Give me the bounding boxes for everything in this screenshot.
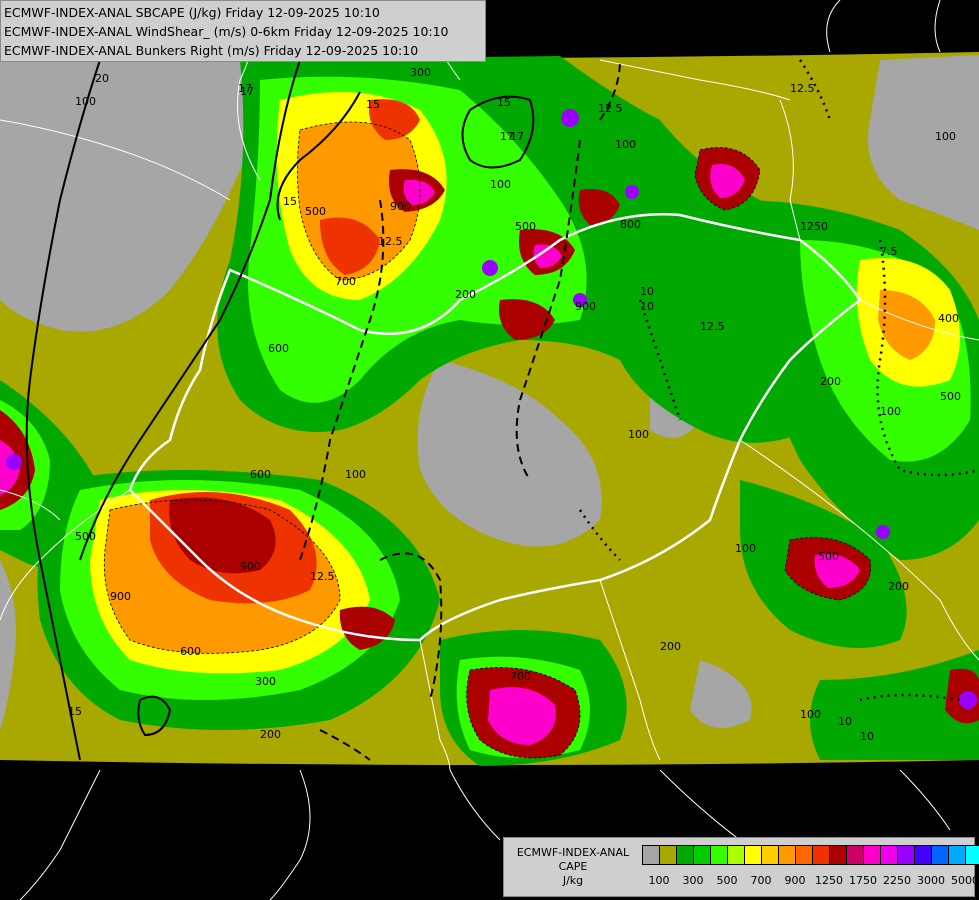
legend-tick: 1750 — [849, 874, 877, 887]
label-windshear: 12.5 — [378, 235, 403, 248]
label-cape: 100 — [490, 178, 511, 191]
legend-swatch — [812, 845, 830, 865]
legend-tick: 700 — [750, 874, 772, 887]
label-cape: 300 — [255, 675, 276, 688]
label-cape: 800 — [620, 218, 641, 231]
title-line-windshear: ECMWF-INDEX-ANAL WindShear_ (m/s) 0-6km … — [4, 24, 449, 39]
label-cape: 500 — [818, 550, 839, 563]
label-bunkers: 10 — [640, 300, 654, 313]
label-windshear: 12.5 — [700, 320, 725, 333]
legend-title: ECMWF-INDEX-ANAL CAPE J/kg — [508, 846, 638, 888]
label-windshear: 10 — [640, 285, 654, 298]
label-cape: 200 — [455, 288, 476, 301]
legend-swatch — [880, 845, 898, 865]
legend-swatch — [676, 845, 694, 865]
label-cape: 900 — [390, 200, 411, 213]
legend-swatch — [710, 845, 728, 865]
label-cape: 500 — [75, 530, 96, 543]
weather-map-view: 300 100 500 900 700 600 100 100 200 800 … — [0, 0, 979, 900]
label-cape: 200 — [820, 375, 841, 388]
legend-tick: 300 — [682, 874, 704, 887]
label-cape: 100 — [615, 138, 636, 151]
legend-swatch — [897, 845, 915, 865]
cape-map: 300 100 500 900 700 600 100 100 200 800 … — [0, 0, 979, 900]
legend-swatch — [795, 845, 813, 865]
legend-tick: 100 — [648, 874, 670, 887]
label-bunkers: 17 — [510, 130, 524, 143]
title-line-bunkers: ECMWF-INDEX-ANAL Bunkers Right (m/s) Fri… — [4, 43, 419, 58]
label-cape: 100 — [345, 468, 366, 481]
label-cape: 600 — [180, 645, 201, 658]
legend-tick: 900 — [784, 874, 806, 887]
legend-swatch — [693, 845, 711, 865]
label-cape: 200 — [260, 728, 281, 741]
legend-swatch — [744, 845, 762, 865]
label-cape: 600 — [268, 342, 289, 355]
legend-unit: J/kg — [562, 874, 584, 887]
label-cape: 100 — [935, 130, 956, 143]
label-windshear: 15 — [283, 195, 297, 208]
legend-tick: 2250 — [883, 874, 911, 887]
label-bunkers: 17 — [238, 82, 252, 95]
label-cape: 500 — [940, 390, 961, 403]
label-cape: 100 — [75, 95, 96, 108]
legend-swatch — [931, 845, 949, 865]
legend-swatch — [829, 845, 847, 865]
legend-color-scale — [642, 845, 979, 865]
label-cape: 100 — [800, 708, 821, 721]
label-windshear: 15 — [68, 705, 82, 718]
label-cape: 100 — [735, 542, 756, 555]
legend-swatch — [846, 845, 864, 865]
label-bunkers: 7.5 — [880, 245, 898, 258]
label-cape: 500 — [305, 205, 326, 218]
label-cape: 700 — [510, 670, 531, 683]
label-windshear: 20 — [95, 72, 109, 85]
legend-swatch — [642, 845, 660, 865]
label-cape: 900 — [575, 300, 596, 313]
label-windshear: 15 — [497, 96, 511, 109]
label-cape: 700 — [335, 275, 356, 288]
legend-swatch — [948, 845, 966, 865]
map-title-box: ECMWF-INDEX-ANAL SBCAPE (J/kg) Friday 12… — [0, 0, 486, 62]
label-cape: 400 — [938, 312, 959, 325]
legend-swatch — [863, 845, 881, 865]
legend-tick: 500 — [716, 874, 738, 887]
label-cape: 900 — [110, 590, 131, 603]
label-windshear: 12.5 — [790, 82, 815, 95]
legend-variable: CAPE — [558, 860, 588, 873]
legend-tick: 5000 — [951, 874, 979, 887]
label-cape: 900 — [240, 560, 261, 573]
legend-swatch — [727, 845, 745, 865]
legend-tick-labels: 100 300 500 700 900 1250 1750 2250 3000 5000 — [642, 874, 979, 890]
legend-tick: 3000 — [917, 874, 945, 887]
legend-swatch — [914, 845, 932, 865]
label-windshear: 12.5 — [310, 570, 335, 583]
label-windshear: 15 — [366, 98, 380, 111]
legend-swatch — [965, 845, 979, 865]
label-bunkers: 10 — [860, 730, 874, 743]
legend-model: ECMWF-INDEX-ANAL — [516, 846, 630, 859]
label-cape: 600 — [250, 468, 271, 481]
label-windshear: 12.5 — [598, 102, 623, 115]
label-cape: 100 — [880, 405, 901, 418]
legend-swatch — [778, 845, 796, 865]
cape-legend: ECMWF-INDEX-ANAL CAPE J/kg 100 300 500 700 9… — [503, 837, 979, 897]
legend-swatch — [761, 845, 779, 865]
legend-swatch — [659, 845, 677, 865]
label-cape: 300 — [410, 66, 431, 79]
label-cape: 200 — [660, 640, 681, 653]
legend-tick: 1250 — [815, 874, 843, 887]
label-cape: 100 — [628, 428, 649, 441]
label-cape: 500 — [515, 220, 536, 233]
title-line-sbcape: ECMWF-INDEX-ANAL SBCAPE (J/kg) Friday 12… — [4, 5, 380, 20]
label-cape: 200 — [888, 580, 909, 593]
label-cape: 1250 — [800, 220, 828, 233]
label-windshear: 10 — [838, 715, 852, 728]
